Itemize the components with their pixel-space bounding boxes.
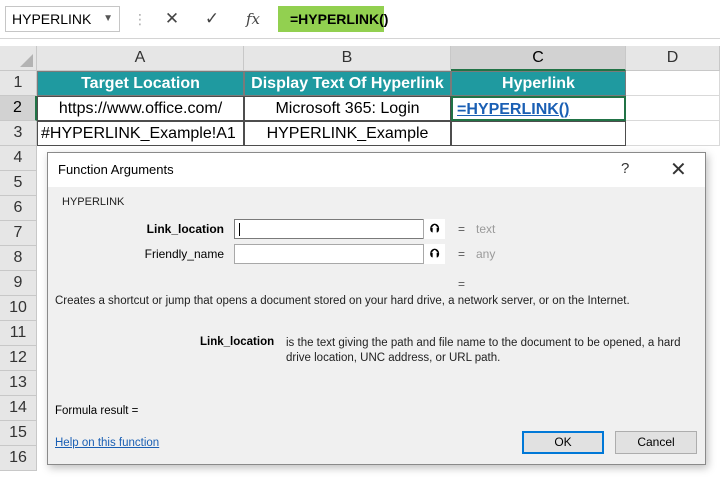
column-header-b[interactable]: B (244, 46, 451, 71)
row-header-4[interactable]: 4 (0, 146, 37, 171)
column-header-d[interactable]: D (626, 46, 720, 71)
function-result-equals: = (458, 277, 466, 291)
friendly-name-input[interactable] (234, 244, 445, 264)
select-all-triangle-icon (20, 54, 33, 67)
formula-input[interactable]: =HYPERLINK() (278, 6, 715, 32)
column-header-c[interactable]: C (451, 46, 626, 71)
cell-d1[interactable] (626, 71, 720, 96)
formula-bar-separator: ⋮ (133, 11, 147, 27)
arg-type-any: any (476, 247, 496, 261)
name-box-dropdown-icon[interactable]: ▼ (103, 7, 113, 31)
link-location-input[interactable] (234, 219, 445, 239)
row-header-2[interactable]: 2 (0, 96, 37, 121)
function-arguments-dialog: Function Arguments ? ✕ HYPERLINK Link_lo… (47, 152, 706, 465)
close-icon[interactable]: ✕ (670, 157, 687, 182)
row-header-11[interactable]: 11 (0, 321, 37, 346)
row-header-15[interactable]: 15 (0, 421, 37, 446)
row-header-10[interactable]: 10 (0, 296, 37, 321)
cell-c2-active[interactable]: =HYPERLINK() (451, 96, 626, 121)
cell-a3[interactable]: #HYPERLINK_Example!A1 (37, 121, 244, 146)
arg-label-friendly-name: Friendly_name (144, 247, 224, 261)
table-header-hyperlink[interactable]: Hyperlink (451, 71, 626, 96)
column-header-a[interactable]: A (37, 46, 244, 71)
ok-button[interactable]: OK (522, 431, 604, 454)
collapse-dialog-icon[interactable]: ⮉ (423, 219, 445, 239)
formula-bar: HYPERLINK ▼ ⋮ ✕ ✓ fx =HYPERLINK() (0, 0, 720, 39)
dialog-title: Function Arguments (58, 162, 174, 177)
select-all-corner[interactable] (0, 46, 37, 71)
insert-function-icon[interactable]: fx (236, 6, 270, 32)
row-header-5[interactable]: 5 (0, 171, 37, 196)
arg-label-link-location: Link_location (146, 222, 224, 236)
row-header-7[interactable]: 7 (0, 221, 37, 246)
formula-text: =HYPERLINK() (278, 6, 388, 32)
cancel-button[interactable]: Cancel (615, 431, 697, 454)
collapse-dialog-icon[interactable]: ⮉ (423, 244, 445, 264)
table-header-display-text[interactable]: Display Text Of Hyperlink (244, 71, 451, 96)
row-header-6[interactable]: 6 (0, 196, 37, 221)
row-header-9[interactable]: 9 (0, 271, 37, 296)
cancel-entry-icon[interactable]: ✕ (155, 6, 189, 32)
function-description: Creates a shortcut or jump that opens a … (55, 295, 630, 307)
text-caret (239, 223, 240, 236)
arg-description-label: Link_location (200, 336, 275, 348)
table-header-target-location[interactable]: Target Location (37, 71, 244, 96)
name-box[interactable]: HYPERLINK ▼ (5, 6, 120, 32)
cell-a2[interactable]: https://www.office.com/ (37, 96, 244, 121)
arg-equals: = (458, 222, 466, 236)
name-box-value: HYPERLINK (12, 11, 92, 27)
dialog-titlebar[interactable]: Function Arguments ? ✕ (48, 153, 705, 187)
row-header-1[interactable]: 1 (0, 71, 37, 96)
enter-icon[interactable]: ✓ (195, 6, 229, 32)
arg-type-text: text (476, 222, 496, 236)
cell-b2[interactable]: Microsoft 365: Login (244, 96, 451, 121)
row-header-14[interactable]: 14 (0, 396, 37, 421)
row-header-13[interactable]: 13 (0, 371, 37, 396)
row-header-12[interactable]: 12 (0, 346, 37, 371)
help-icon[interactable]: ? (621, 160, 629, 177)
cell-d3[interactable] (626, 121, 720, 146)
formula-result: Formula result = (55, 405, 139, 417)
cell-b3[interactable]: HYPERLINK_Example (244, 121, 451, 146)
help-on-function-link[interactable]: Help on this function (55, 437, 159, 449)
arg-description-text: is the text giving the path and file nam… (286, 337, 681, 364)
row-header-16[interactable]: 16 (0, 446, 37, 471)
row-header-8[interactable]: 8 (0, 246, 37, 271)
cell-d2[interactable] (626, 96, 720, 121)
row-header-3[interactable]: 3 (0, 121, 37, 146)
function-name: HYPERLINK (62, 196, 125, 208)
cell-c3[interactable] (451, 121, 626, 146)
arg-equals: = (458, 247, 466, 261)
